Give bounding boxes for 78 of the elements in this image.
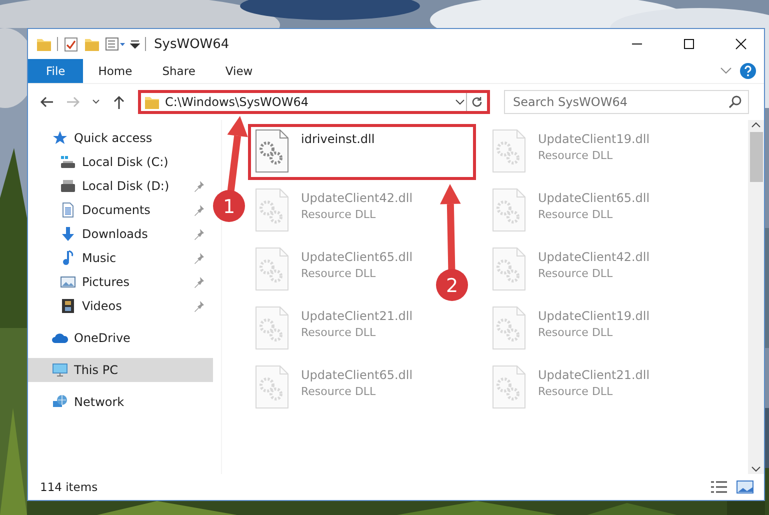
item-count: 114 items [40,480,98,494]
music-note-icon [60,250,76,266]
maximize-icon [683,38,695,50]
sidebar-item[interactable]: Downloads [28,222,213,246]
help-icon[interactable] [740,63,756,79]
properties-icon[interactable] [105,36,125,52]
checklist-icon[interactable] [63,36,79,52]
up-arrow-icon [111,94,127,110]
ribbon-tab[interactable]: Share [147,59,210,83]
sidebar-item[interactable]: Pictures [28,270,213,294]
file-name: UpdateClient42.dll [301,191,413,205]
file-name: idriveinst.dll [301,132,375,146]
address-path: C:\Windows\SysWOW64 [165,95,308,109]
file-name: UpdateClient19.dll [538,132,650,146]
search-icon [728,95,742,109]
file-name: UpdateClient19.dll [538,309,650,323]
file-type: Resource DLL [538,326,614,339]
sidebar-item[interactable]: This PC [28,358,213,382]
gear-file-icon [255,365,289,409]
file-name: UpdateClient42.dll [538,250,650,264]
drive-icon [60,178,76,194]
ribbon-tab[interactable]: View [210,59,268,83]
ribbon-tab[interactable]: File [28,59,84,83]
file-type: Resource DLL [301,267,377,280]
chevron-down-icon[interactable] [751,464,761,474]
scrollbar[interactable] [748,120,764,474]
sidebar-item[interactable]: Local Disk (D:) [28,174,213,198]
file-type: Resource DLL [538,208,614,221]
forward-arrow-icon [65,94,81,110]
file-type: Resource DLL [301,208,377,221]
network-icon [52,394,68,410]
gear-file-icon [255,247,289,291]
gear-file-icon [255,129,289,173]
gear-file-icon [492,306,526,350]
file-type: Resource DLL [538,267,614,280]
monitor-icon [52,362,68,378]
sidebar-item[interactable]: Videos [28,294,213,318]
file-type: Resource DLL [301,385,377,398]
gear-file-icon [492,365,526,409]
thumbnail-view-icon[interactable] [736,480,754,494]
star-icon [52,130,68,146]
back-arrow-icon [39,94,55,110]
file-type: Resource DLL [538,385,614,398]
down-arrow-icon [60,226,76,242]
sidebar-item[interactable]: Documents [28,198,213,222]
scrollbar-thumb[interactable] [750,132,762,182]
refresh-icon [471,96,483,108]
file-name: UpdateClient21.dll [538,368,650,382]
sidebar-item[interactable]: Music [28,246,213,270]
file-name: UpdateClient65.dll [301,250,413,264]
chevron-up-icon[interactable] [751,120,761,130]
file-item[interactable]: idriveinst.dll [248,124,476,180]
close-icon [735,38,747,50]
gear-file-icon [255,306,289,350]
picture-icon [60,274,76,290]
sidebar-item[interactable]: Quick access [28,126,213,150]
film-icon [60,298,76,314]
folder-icon [144,94,160,110]
sidebar-item[interactable]: Network [28,390,213,414]
window-title: SysWOW64 [154,36,230,52]
ribbon-tab[interactable]: Home [83,59,148,83]
file-name: UpdateClient65.dll [538,191,650,205]
gear-file-icon [492,188,526,232]
details-view-icon[interactable] [710,480,728,494]
expand-ribbon-icon[interactable] [720,67,732,75]
file-type: Resource DLL [301,326,377,339]
gear-file-icon [255,188,289,232]
document-icon [60,202,76,218]
drive-icon [60,154,76,170]
gear-file-icon [492,129,526,173]
search-field[interactable]: Search SysWOW64 [504,90,749,114]
file-name: UpdateClient65.dll [301,368,413,382]
file-type: Resource DLL [538,149,614,162]
address-bar[interactable]: C:\Windows\SysWOW64 [138,90,490,114]
file-name: UpdateClient21.dll [301,309,413,323]
sidebar-item[interactable]: OneDrive [28,326,213,350]
sidebar-item[interactable]: Local Disk (C:) [28,150,213,174]
gear-file-icon [492,247,526,291]
